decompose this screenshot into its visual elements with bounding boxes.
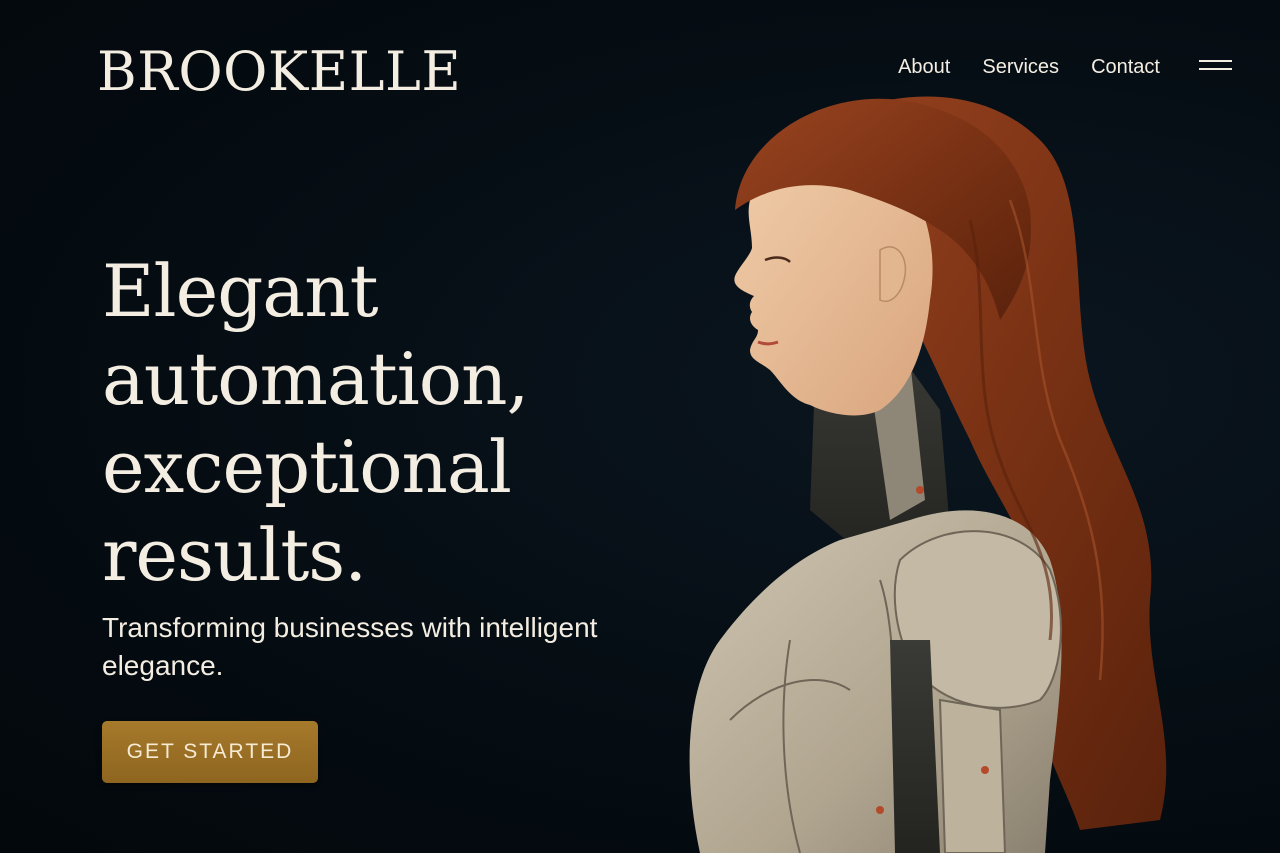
brand-logo[interactable]: BROOKELLE — [97, 40, 461, 104]
headline-line: results. — [102, 513, 367, 597]
top-nav: About Services Contact — [898, 53, 1232, 81]
android-portrait-image — [689, 96, 1167, 853]
headline-line: Elegant — [102, 249, 379, 333]
nav-link-about[interactable]: About — [898, 53, 950, 81]
nav-link-contact[interactable]: Contact — [1091, 53, 1160, 81]
headline-line: exceptional — [102, 425, 512, 509]
hamburger-menu-icon[interactable] — [1199, 57, 1232, 73]
hero-subtext: Transforming businesses with intelligent… — [102, 612, 598, 681]
get-started-button[interactable]: GET STARTED — [102, 721, 318, 783]
nav-link-services[interactable]: Services — [982, 53, 1059, 81]
hero-headline: Elegant automation, exceptional results. — [102, 247, 622, 599]
hero-page: BROOKELLE About Services Contact Elegant… — [0, 0, 1280, 853]
headline-line: automation, — [102, 337, 529, 421]
